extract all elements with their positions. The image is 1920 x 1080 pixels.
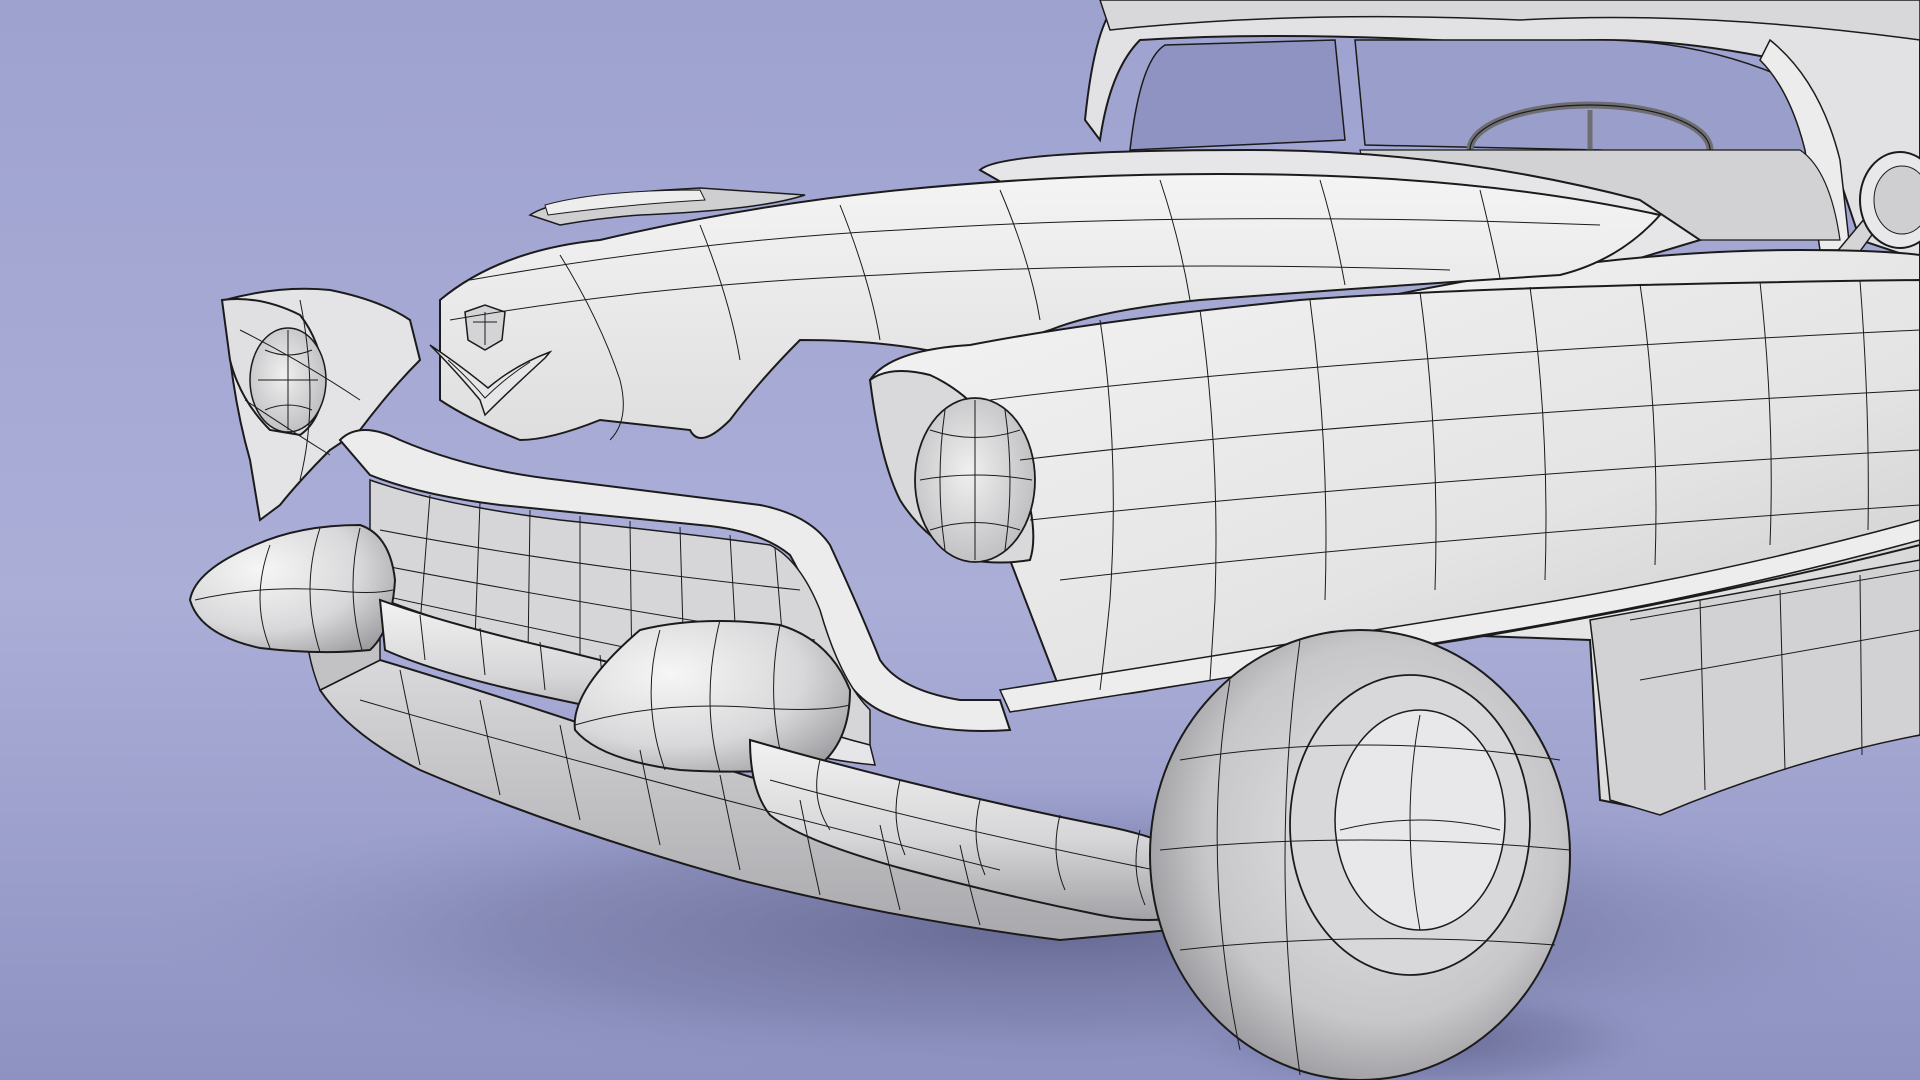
front-wheel bbox=[1149, 629, 1571, 1080]
car-wireframe-render bbox=[0, 0, 1920, 1080]
